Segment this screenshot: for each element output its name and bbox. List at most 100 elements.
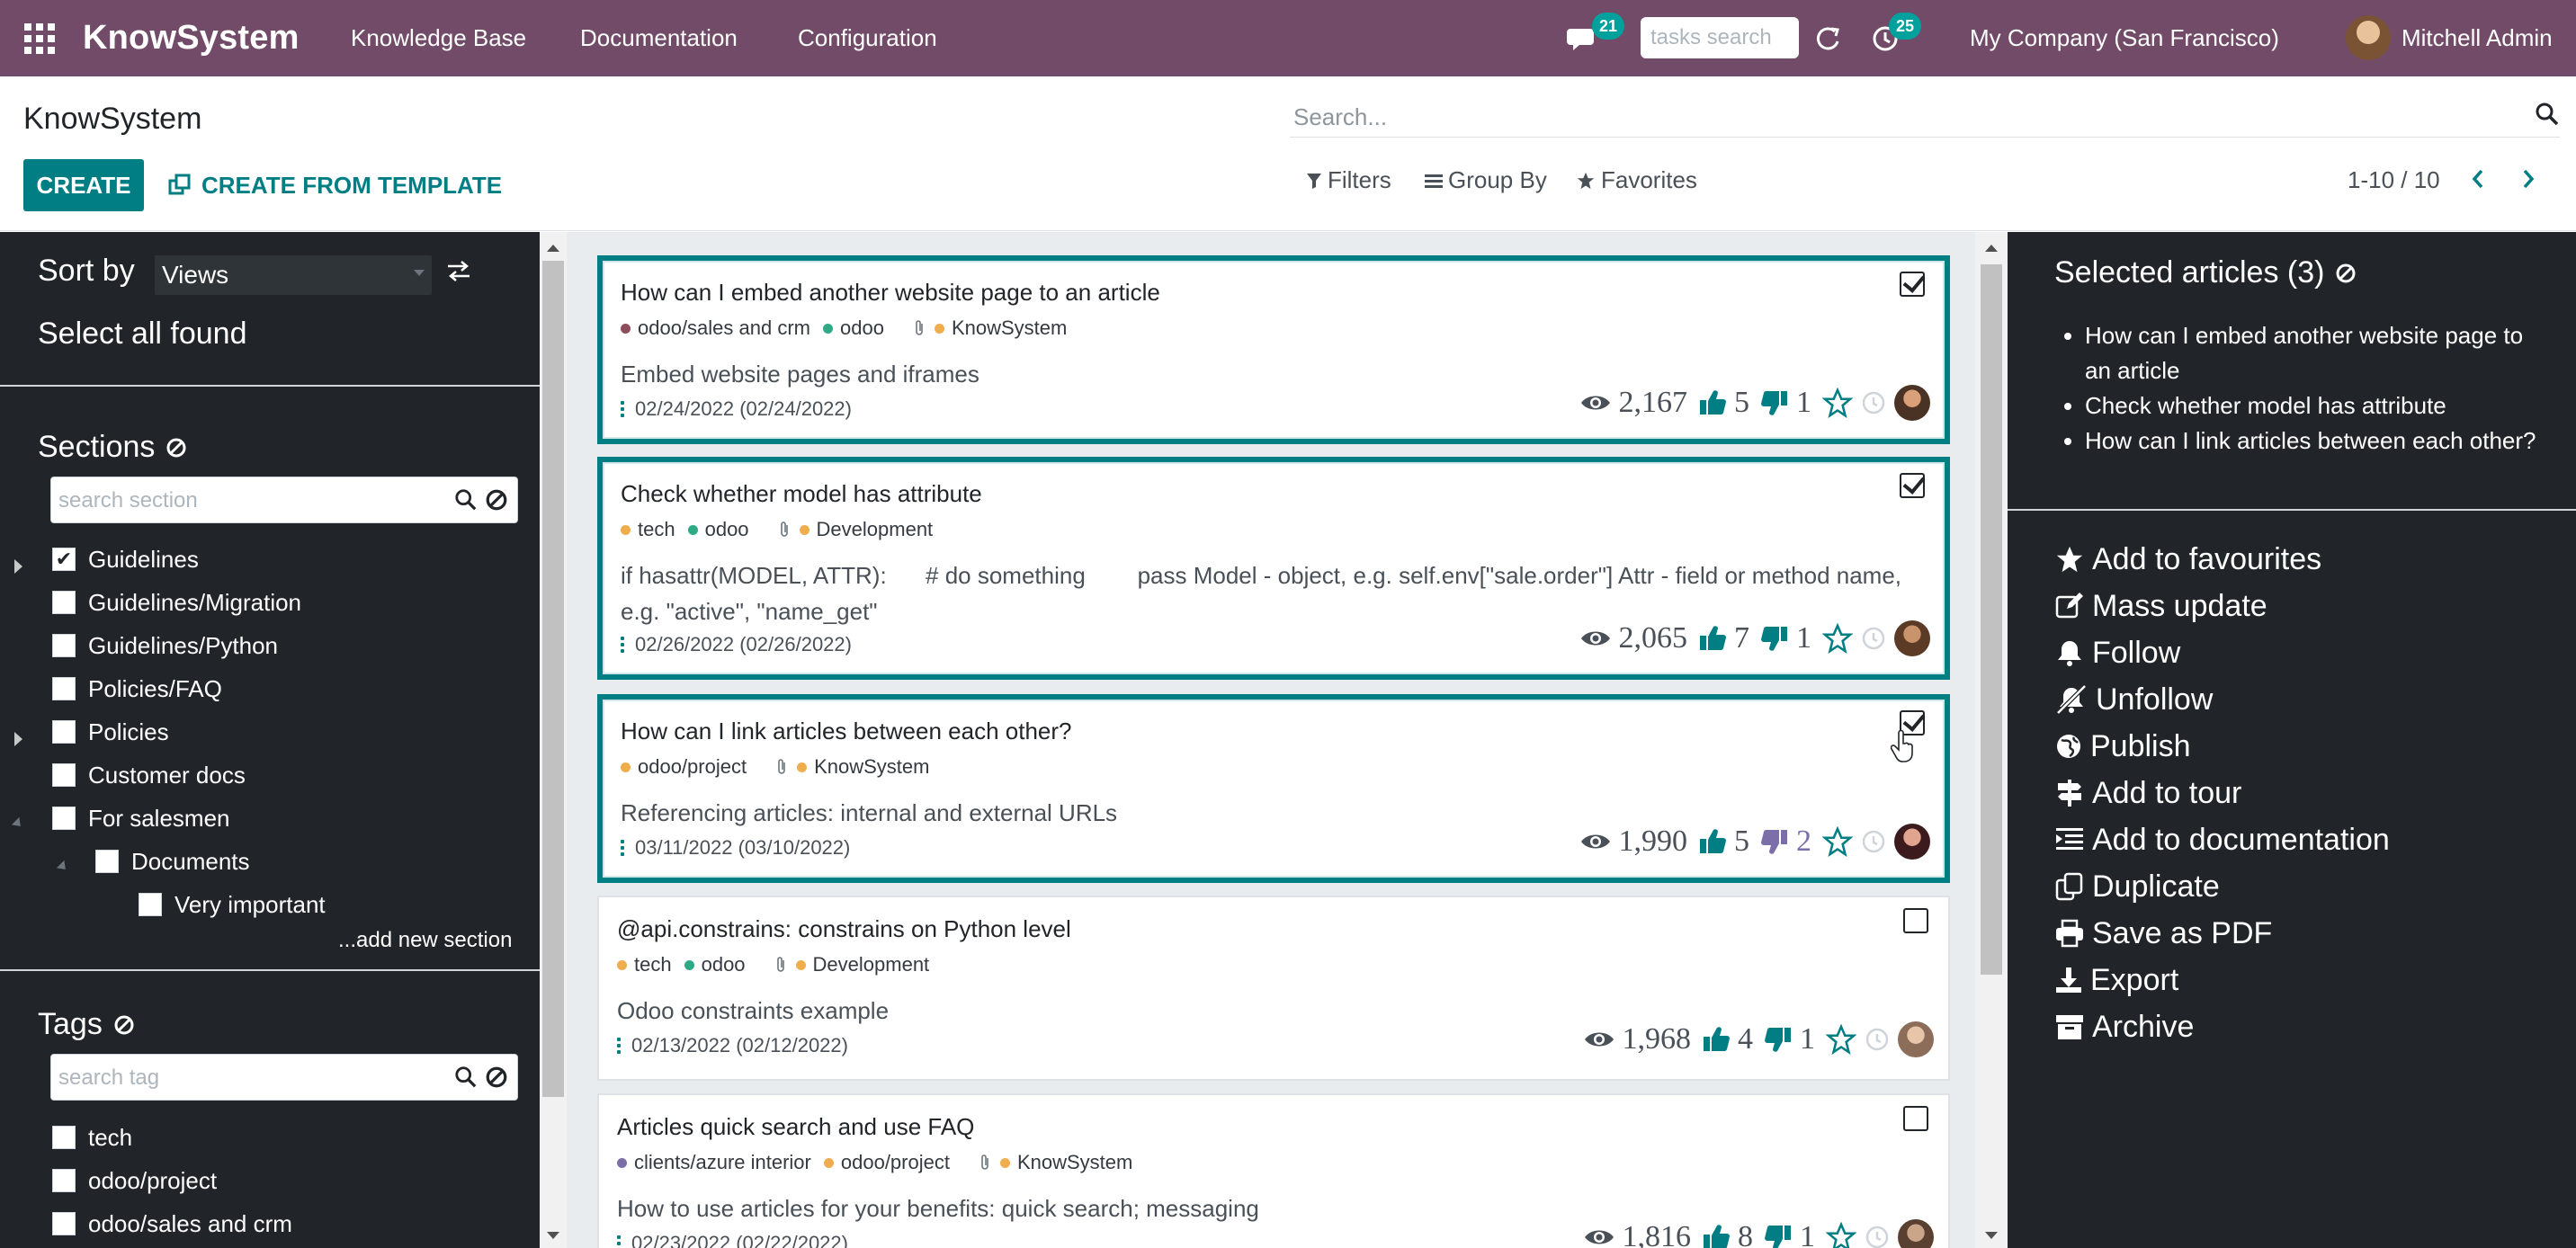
author-avatar[interactable] <box>1898 1219 1934 1248</box>
tag-checkbox[interactable] <box>52 1169 76 1192</box>
scroll-up-icon[interactable] <box>547 245 559 252</box>
collapse-for-salesmen-icon[interactable] <box>11 816 25 831</box>
thumbs-down-icon[interactable] <box>1764 1223 1793 1248</box>
star-outline-icon[interactable] <box>1826 1222 1856 1248</box>
star-outline-icon[interactable] <box>1822 623 1853 654</box>
card-menu-icon[interactable] <box>617 1038 621 1054</box>
clock-icon[interactable] <box>1864 1224 1891 1248</box>
right-scrollbar[interactable] <box>1975 232 2008 1248</box>
create-from-template-button[interactable]: CREATE FROM TEMPLATE <box>167 159 502 211</box>
author-avatar[interactable] <box>1894 385 1930 421</box>
article-select-checkbox[interactable] <box>1903 1106 1928 1131</box>
pager-previous-button[interactable] <box>2464 163 2491 195</box>
card-menu-icon[interactable] <box>617 1235 621 1248</box>
scrollbar-thumb[interactable] <box>542 261 564 1097</box>
article-select-checkbox[interactable] <box>1900 473 1925 498</box>
section-search-input[interactable]: search section <box>58 488 198 513</box>
menu-documentation[interactable]: Documentation <box>580 0 738 76</box>
tasks-search-input[interactable]: tasks search <box>1641 17 1799 58</box>
article-title[interactable]: How can I embed another website page to … <box>621 279 1160 307</box>
user-menu[interactable]: Mitchell Admin <box>2402 0 2553 76</box>
save-as-pdf-action[interactable]: Save as PDF <box>2054 910 2390 957</box>
export-action[interactable]: Export <box>2054 957 2390 1003</box>
mass-update-action[interactable]: Mass update <box>2054 583 2390 629</box>
collapse-documents-icon[interactable] <box>56 860 70 874</box>
section-checkbox[interactable] <box>139 893 162 916</box>
add-new-section-link[interactable]: ...add new section <box>338 928 512 953</box>
tag-search-input[interactable]: search tag <box>58 1065 159 1091</box>
favorites-button[interactable]: Favorites <box>1576 166 1697 194</box>
section-checkbox[interactable] <box>52 807 76 830</box>
article-card[interactable]: @api.constrains: constrains on Python le… <box>597 896 1950 1081</box>
unfollow-action[interactable]: Unfollow <box>2054 676 2390 723</box>
article-title[interactable]: How can I link articles between each oth… <box>621 718 1072 745</box>
star-outline-icon[interactable] <box>1822 388 1853 418</box>
clear-search-icon[interactable] <box>485 488 508 512</box>
section-search-box[interactable]: search section <box>50 477 518 523</box>
filters-button[interactable]: Filters <box>1306 166 1391 194</box>
section-item[interactable]: Customer docs <box>52 755 246 795</box>
pager-next-button[interactable] <box>2515 163 2542 195</box>
section-item[interactable]: Documents <box>95 842 250 881</box>
tag-search-box[interactable]: search tag <box>50 1054 518 1101</box>
sort-direction-button[interactable] <box>446 259 471 290</box>
thumbs-down-icon[interactable] <box>1760 827 1789 856</box>
apps-menu-icon[interactable] <box>22 0 58 76</box>
tag-checkbox[interactable] <box>52 1212 76 1235</box>
article-card[interactable]: How can I link articles between each oth… <box>597 694 1950 883</box>
add-to-tour-action[interactable]: Add to tour <box>2054 770 2390 816</box>
search-icon[interactable] <box>454 1065 478 1089</box>
thumbs-down-icon[interactable] <box>1760 388 1789 417</box>
section-checkbox[interactable] <box>52 591 76 614</box>
section-checkbox[interactable] <box>52 720 76 744</box>
section-item[interactable]: Guidelines/Python <box>52 626 278 665</box>
thumbs-up-icon[interactable] <box>1698 827 1727 856</box>
section-item[interactable]: Policies <box>52 712 169 752</box>
article-select-checkbox[interactable] <box>1900 272 1925 297</box>
article-card[interactable]: Articles quick search and use FAQ client… <box>597 1093 1950 1248</box>
company-switcher[interactable]: My Company (San Francisco) <box>1970 0 2279 76</box>
thumbs-up-icon[interactable] <box>1698 624 1727 653</box>
add-to-documentation-action[interactable]: Add to documentation <box>2054 816 2390 863</box>
clock-icon[interactable] <box>1860 828 1887 855</box>
thumbs-down-icon[interactable] <box>1764 1025 1793 1054</box>
activities-button[interactable] <box>1871 0 1900 76</box>
section-checkbox[interactable] <box>52 763 76 787</box>
section-item[interactable]: Guidelines <box>52 539 199 579</box>
clock-icon[interactable] <box>1860 389 1887 416</box>
card-menu-icon[interactable] <box>621 840 624 856</box>
section-checkbox[interactable] <box>52 634 76 657</box>
tag-item[interactable]: odoo/project <box>52 1161 217 1200</box>
article-card[interactable]: Check whether model has attribute tech o… <box>597 457 1950 680</box>
section-item[interactable]: For salesmen <box>52 798 230 838</box>
article-title[interactable]: @api.constrains: constrains on Python le… <box>617 915 1071 943</box>
ban-icon[interactable] <box>165 437 187 459</box>
thumbs-up-icon[interactable] <box>1702 1223 1731 1248</box>
ban-icon[interactable] <box>2335 263 2357 284</box>
thumbs-down-icon[interactable] <box>1760 624 1789 653</box>
article-card[interactable]: How can I embed another website page to … <box>597 255 1950 444</box>
author-avatar[interactable] <box>1894 620 1930 656</box>
duplicate-action[interactable]: Duplicate <box>2054 863 2390 910</box>
scroll-up-icon[interactable] <box>1985 245 1998 252</box>
scroll-down-icon[interactable] <box>547 1232 559 1239</box>
group-by-button[interactable]: Group By <box>1425 166 1547 194</box>
section-item[interactable]: Guidelines/Migration <box>52 583 301 622</box>
clear-search-icon[interactable] <box>485 1065 508 1089</box>
section-checkbox[interactable] <box>52 548 76 571</box>
card-menu-icon[interactable] <box>621 401 624 417</box>
select-all-found-link[interactable]: Select all found <box>38 316 247 352</box>
card-menu-icon[interactable] <box>621 637 624 653</box>
refresh-button[interactable] <box>1815 0 1842 76</box>
tag-item[interactable]: tech <box>52 1118 132 1157</box>
archive-action[interactable]: Archive <box>2054 1003 2390 1050</box>
sort-by-select[interactable]: Views <box>155 255 432 295</box>
section-checkbox[interactable] <box>52 677 76 700</box>
section-item[interactable]: Very important <box>139 885 326 924</box>
scroll-down-icon[interactable] <box>1985 1232 1998 1239</box>
article-title[interactable]: Check whether model has attribute <box>621 480 982 508</box>
app-brand[interactable]: KnowSystem <box>83 0 300 76</box>
search-icon[interactable] <box>454 488 478 512</box>
menu-knowledge-base[interactable]: Knowledge Base <box>351 0 526 76</box>
add-to-favourites-action[interactable]: Add to favourites <box>2054 536 2390 583</box>
